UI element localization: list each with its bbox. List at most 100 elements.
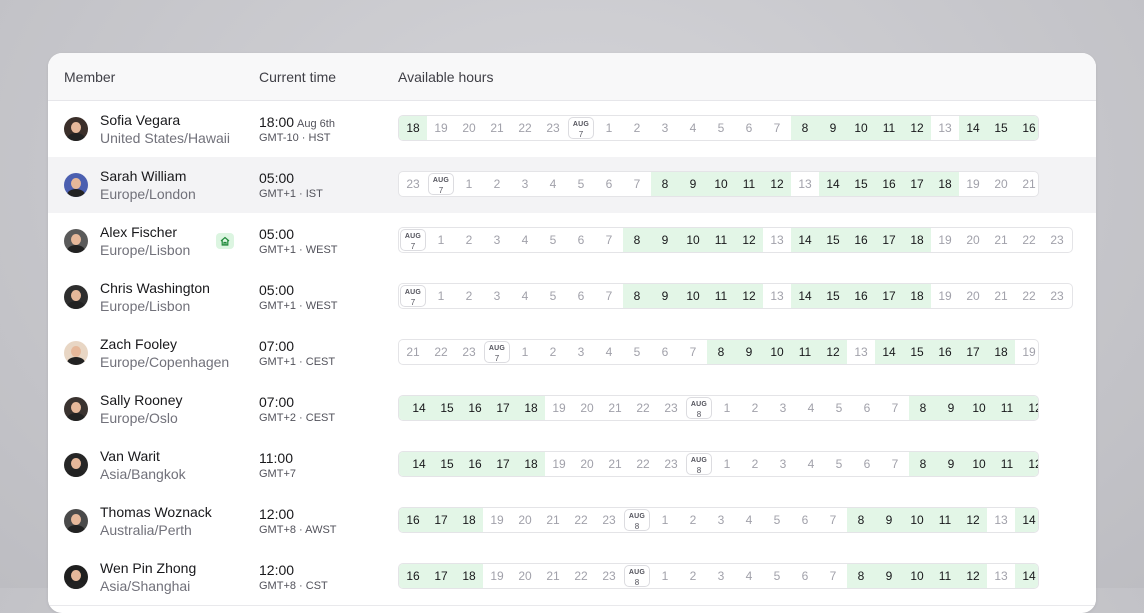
hour-cell[interactable]: 20 (511, 564, 539, 588)
hour-cell[interactable]: 15 (819, 228, 847, 252)
hour-cell[interactable]: 5 (763, 508, 791, 532)
hour-cell[interactable]: 16 (847, 284, 875, 308)
hour-cell[interactable]: 3 (769, 452, 797, 476)
hour-cell[interactable]: 6 (567, 228, 595, 252)
hour-cell[interactable]: 8 (791, 116, 819, 140)
hour-cell[interactable]: 9 (875, 564, 903, 588)
member-row[interactable]: Sofia Vegara United States/Hawaii 18:00 Aug… (48, 101, 1096, 158)
hour-cell[interactable]: 9 (651, 228, 679, 252)
hours-strip[interactable]: 16 17 18 19 20 21 22 23 AUG 8 1 2 3 4 5 6 7 8 9 10 11 12 13 14 (398, 507, 1039, 533)
hour-cell[interactable]: 3 (483, 284, 511, 308)
hour-cell[interactable]: 8 (707, 340, 735, 364)
hour-cell[interactable]: 20 (511, 508, 539, 532)
hour-cell[interactable]: 7 (819, 508, 847, 532)
hour-cell[interactable]: 14 (819, 172, 847, 196)
hour-cell[interactable]: 3 (511, 172, 539, 196)
hour-cell[interactable]: 21 (539, 508, 567, 532)
hour-cell[interactable]: 4 (511, 284, 539, 308)
hour-cell[interactable]: 12 (735, 228, 763, 252)
hour-cell[interactable]: 2 (455, 284, 483, 308)
hour-cell[interactable]: 9 (937, 396, 965, 420)
hour-cell[interactable]: 22 (427, 340, 455, 364)
member-row[interactable]: Zach Fooley Europe/Copenhagen 07:00 GMT+1 ·… (48, 325, 1096, 382)
member-row[interactable]: Sally Rooney Europe/Oslo 07:00 GMT+2 · CEST… (48, 381, 1096, 438)
hour-cell[interactable]: 19 (959, 172, 987, 196)
hour-cell[interactable]: 3 (707, 564, 735, 588)
hour-cell[interactable]: 5 (539, 284, 567, 308)
hour-cell[interactable]: 15 (903, 340, 931, 364)
hour-cell[interactable]: 19 (931, 284, 959, 308)
hour-cell[interactable]: 20 (455, 116, 483, 140)
hour-cell[interactable]: 15 (433, 396, 461, 420)
hour-cell[interactable]: 14 (791, 284, 819, 308)
hour-cell[interactable]: 9 (735, 340, 763, 364)
hour-cell[interactable]: 17 (489, 452, 517, 476)
hour-cell[interactable]: 20 (959, 284, 987, 308)
hour-cell[interactable]: 16 (1015, 116, 1038, 140)
hour-cell[interactable]: 5 (539, 228, 567, 252)
hour-cell[interactable]: 16 (875, 172, 903, 196)
hour-cell[interactable]: 9 (819, 116, 847, 140)
hour-cell[interactable]: 6 (791, 508, 819, 532)
hour-cell[interactable]: 6 (853, 396, 881, 420)
hour-cell[interactable]: 22 (629, 396, 657, 420)
hour-cell[interactable]: 13 (763, 228, 791, 252)
hour-cell[interactable]: 1 (595, 116, 623, 140)
hour-cell[interactable]: 7 (881, 452, 909, 476)
hour-cell[interactable]: 5 (825, 396, 853, 420)
hours-strip[interactable]: 16 17 18 19 20 21 22 23 AUG 8 1 2 3 4 5 6 7 8 9 10 11 12 13 14 (398, 563, 1039, 589)
hour-cell[interactable]: 22 (629, 452, 657, 476)
hour-cell[interactable]: 11 (791, 340, 819, 364)
hour-cell[interactable]: 8 (623, 284, 651, 308)
hour-cell[interactable]: 17 (875, 228, 903, 252)
hour-cell[interactable]: 14 (405, 396, 433, 420)
hour-cell[interactable]: 7 (763, 116, 791, 140)
hour-cell[interactable]: 11 (735, 172, 763, 196)
hour-cell[interactable]: 19 (1015, 340, 1038, 364)
hour-cell[interactable]: 23 (399, 172, 427, 196)
hour-cell[interactable]: 15 (433, 452, 461, 476)
hours-strip[interactable]: 1314151617181920212223AUG812345678910111… (398, 451, 1039, 477)
hour-cell[interactable]: 6 (567, 284, 595, 308)
hour-cell[interactable]: 1 (455, 172, 483, 196)
hour-cell[interactable]: 4 (797, 452, 825, 476)
hour-cell[interactable]: 2 (483, 172, 511, 196)
hour-cell[interactable]: 12 (1021, 396, 1038, 420)
hour-cell[interactable]: 4 (735, 508, 763, 532)
hour-cell[interactable]: 6 (651, 340, 679, 364)
hour-cell[interactable]: 19 (545, 452, 573, 476)
hour-cell[interactable]: 15 (987, 116, 1015, 140)
hour-cell[interactable]: 11 (875, 116, 903, 140)
member-row[interactable]: Chris Washington Europe/Lisbon 05:00 GMT+1 … (48, 269, 1096, 326)
hour-cell[interactable]: 8 (847, 564, 875, 588)
hour-cell[interactable]: 7 (623, 172, 651, 196)
hour-cell[interactable]: 11 (993, 452, 1021, 476)
hour-cell[interactable]: 18 (903, 284, 931, 308)
hour-cell[interactable]: 23 (1043, 284, 1071, 308)
hour-cell[interactable]: 17 (489, 396, 517, 420)
hour-cell[interactable]: 16 (461, 452, 489, 476)
hour-cell[interactable]: 11 (707, 284, 735, 308)
hour-cell[interactable]: 12 (819, 340, 847, 364)
hour-cell[interactable]: 16 (399, 508, 427, 532)
hour-cell[interactable]: 10 (965, 396, 993, 420)
member-row[interactable]: Van WaritAsia/Bangkok11:00GMT+7131415161… (48, 437, 1096, 494)
hour-cell[interactable]: 1 (651, 508, 679, 532)
hour-cell[interactable]: 2 (741, 396, 769, 420)
hour-cell[interactable]: 2 (679, 508, 707, 532)
hour-cell[interactable]: 10 (903, 564, 931, 588)
hour-cell[interactable]: 18 (903, 228, 931, 252)
hour-cell[interactable]: 16 (399, 564, 427, 588)
hour-cell[interactable]: 7 (595, 284, 623, 308)
hour-cell[interactable]: 17 (427, 508, 455, 532)
hour-cell[interactable]: 17 (903, 172, 931, 196)
hour-cell[interactable]: 6 (595, 172, 623, 196)
hour-cell[interactable]: 21 (399, 340, 427, 364)
hour-cell[interactable]: 11 (931, 508, 959, 532)
hour-cell[interactable]: 9 (679, 172, 707, 196)
hour-cell[interactable]: 17 (959, 340, 987, 364)
hour-cell[interactable]: 13 (987, 508, 1015, 532)
member-row[interactable]: Thomas Woznack Australia/Perth 12:00 GMT+8 … (48, 493, 1096, 550)
hour-cell[interactable]: 9 (651, 284, 679, 308)
hour-cell[interactable]: 19 (931, 228, 959, 252)
